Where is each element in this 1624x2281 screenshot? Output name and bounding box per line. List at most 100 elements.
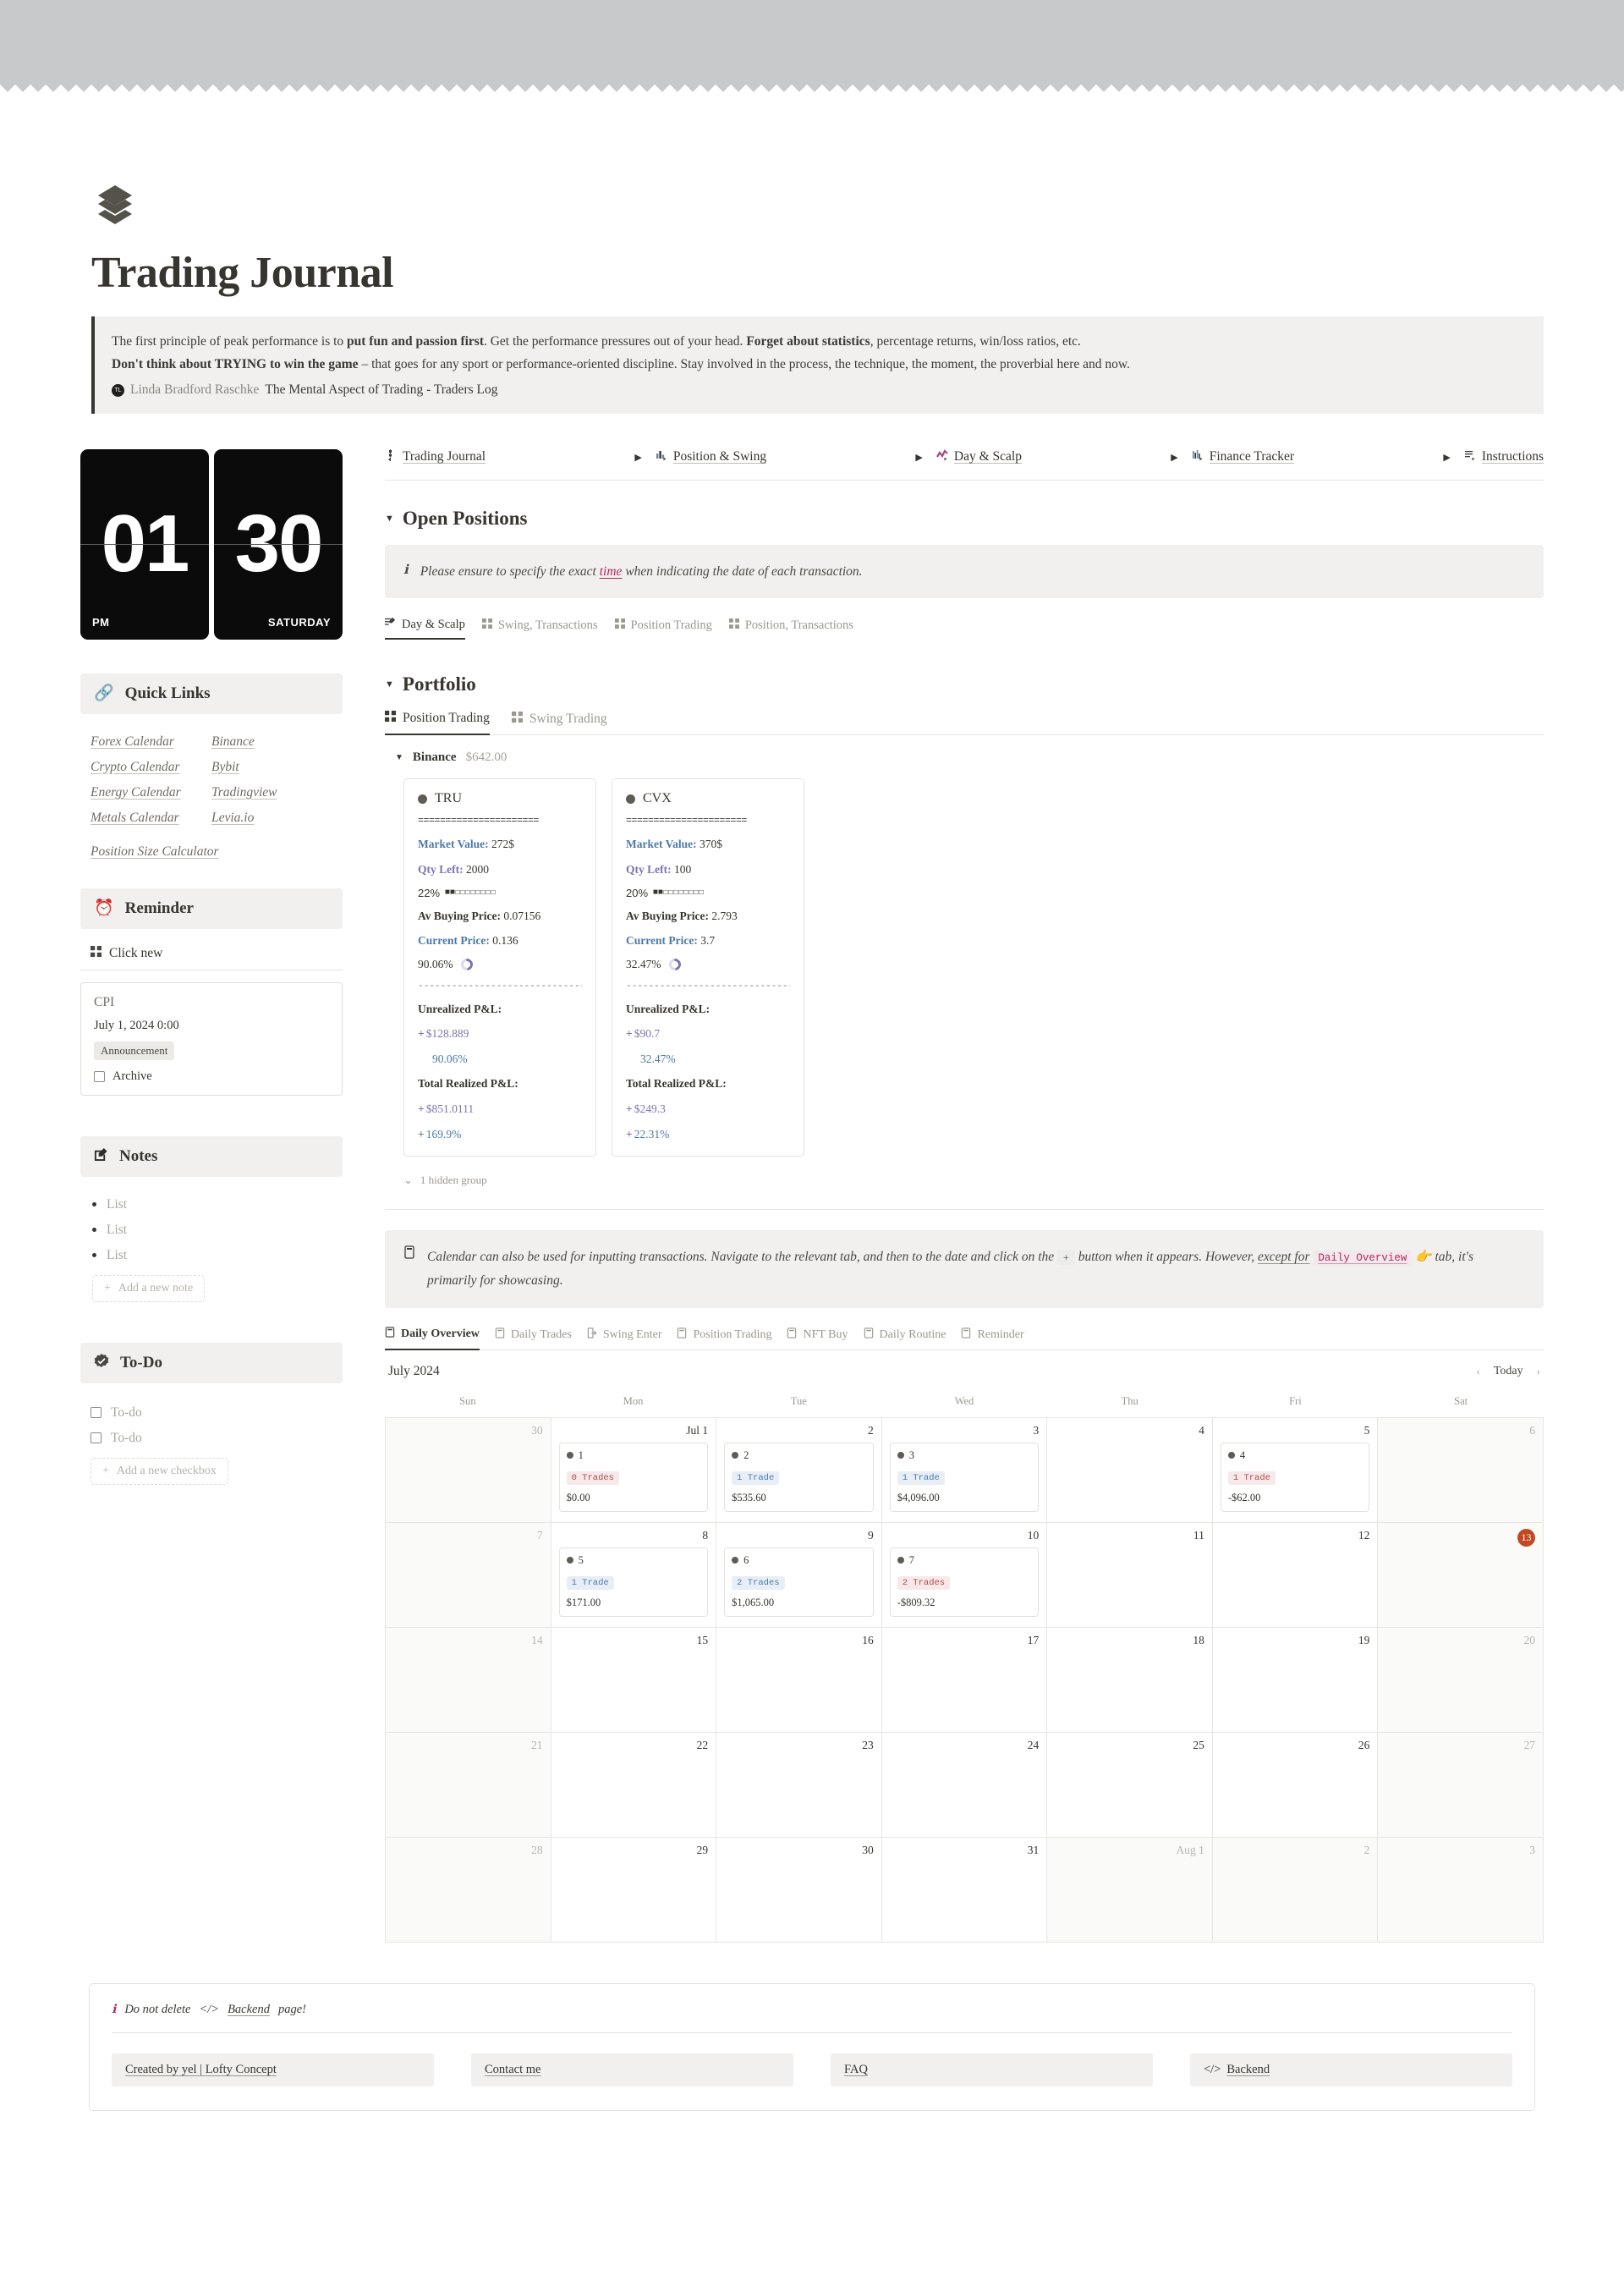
calendar-day-cell[interactable]: 6 — [1378, 1417, 1544, 1523]
footer-link-faq[interactable]: FAQ — [831, 2053, 1153, 2086]
tab-position-trading[interactable]: Position Trading — [385, 711, 490, 736]
calendar-day-cell[interactable]: 14 — [386, 1627, 551, 1733]
calendar-day-cell[interactable]: 21 — [386, 1732, 551, 1838]
calendar-day-cell[interactable]: 13 — [1378, 1522, 1544, 1628]
tab-daily-routine[interactable]: Daily Routine — [864, 1327, 946, 1350]
calendar-event[interactable]: 3 1 Trade $4,096.00 — [889, 1442, 1040, 1512]
portfolio-card-tru[interactable]: TRU ====================== Market Value:… — [403, 778, 596, 1157]
portfolio-heading[interactable]: ▼ Portfolio — [385, 673, 1544, 695]
tab-position-trading[interactable]: Position Trading — [614, 618, 712, 639]
calendar-day-cell[interactable]: 9 6 2 Trades $1,065.00 — [716, 1522, 882, 1628]
calendar-day-cell[interactable]: 27 — [1378, 1732, 1544, 1838]
list-item[interactable]: List — [92, 1217, 332, 1243]
calendar-day-cell[interactable]: Jul 1 1 0 Trades $0.00 — [551, 1417, 717, 1523]
tab-reminder[interactable]: Reminder — [961, 1327, 1024, 1350]
calendar-day-cell[interactable]: 30 — [716, 1837, 882, 1943]
calendar-event[interactable]: 4 1 Trade -$62.00 — [1220, 1442, 1370, 1512]
calendar-day-cell[interactable]: 2 2 1 Trade $535.60 — [716, 1417, 882, 1523]
quick-link-crypto-calendar[interactable]: Crypto Calendar — [91, 760, 180, 775]
calendar-day-cell[interactable]: 5 4 1 Trade -$62.00 — [1212, 1417, 1379, 1523]
calendar-day-cell[interactable]: 11 — [1047, 1522, 1213, 1628]
calendar-day-cell[interactable]: 24 — [881, 1732, 1048, 1838]
tab-swing-trading[interactable]: Swing Trading — [511, 711, 607, 735]
calendar-day-cell[interactable]: 12 — [1212, 1522, 1379, 1628]
nav-item-instructions[interactable]: ▶ Instructions — [1443, 449, 1544, 465]
quick-link-metals-calendar[interactable]: Metals Calendar — [91, 811, 179, 826]
quick-link-tradingview[interactable]: Tradingview — [211, 785, 277, 800]
tab-swing-transactions[interactable]: Swing, Transactions — [481, 618, 598, 639]
chevron-down-icon[interactable]: ▼ — [395, 753, 403, 762]
portfolio-card-cvx[interactable]: CVX ====================== Market Value:… — [612, 778, 804, 1157]
calendar-day-cell[interactable]: 10 7 2 Trades -$809.32 — [881, 1522, 1048, 1628]
nav-item-position-swing[interactable]: ▶ Position & Swing — [634, 449, 766, 465]
nav-item-day-scalp[interactable]: ▶ Day & Scalp — [915, 448, 1022, 465]
calendar-day-cell[interactable]: 28 — [386, 1837, 551, 1943]
tab-swing-enter[interactable]: Swing Enter — [587, 1327, 661, 1350]
chevron-right-icon[interactable]: ▶ — [634, 452, 641, 463]
quick-link-position-size-calculator[interactable]: Position Size Calculator — [91, 844, 219, 860]
quick-link-binance[interactable]: Binance — [211, 734, 255, 750]
calendar-day-cell[interactable]: Aug 1 — [1047, 1837, 1213, 1943]
calendar-day-cell[interactable]: 15 — [551, 1627, 717, 1733]
quick-link-levia-io[interactable]: Levia.io — [211, 811, 254, 826]
list-item[interactable]: To-do — [91, 1400, 332, 1426]
reminder-archive-row[interactable]: Archive — [94, 1069, 329, 1084]
today-button[interactable]: Today — [1494, 1365, 1523, 1378]
list-item[interactable]: List — [92, 1243, 332, 1268]
calendar-day-cell[interactable]: 16 — [716, 1627, 882, 1733]
tab-position-transactions[interactable]: Position, Transactions — [728, 618, 853, 639]
footer-note-link[interactable]: Backend — [228, 2003, 270, 2017]
nav-item-trading-journal[interactable]: Trading Journal — [385, 448, 486, 465]
quick-link-bybit[interactable]: Bybit — [211, 760, 239, 775]
calendar-day-cell[interactable]: 22 — [551, 1732, 717, 1838]
calendar-day-cell[interactable]: 29 — [551, 1837, 717, 1943]
quick-link-forex-calendar[interactable]: Forex Calendar — [91, 734, 174, 750]
tab-nft-buy[interactable]: NFT Buy — [787, 1327, 848, 1350]
calendar-day-cell[interactable]: 3 — [1378, 1837, 1544, 1943]
portfolio-group-row[interactable]: ▼ Binance $642.00 — [385, 750, 1544, 765]
calendar-event[interactable]: 2 1 Trade $535.60 — [724, 1442, 874, 1512]
checkbox-icon[interactable] — [91, 1432, 102, 1444]
tab-day-scalp[interactable]: Day & Scalp — [385, 617, 465, 640]
callout-highlight[interactable]: time — [600, 564, 623, 579]
tab-daily-overview[interactable]: Daily Overview — [385, 1327, 480, 1350]
calendar-day-cell[interactable]: 3 3 1 Trade $4,096.00 — [881, 1417, 1048, 1523]
calendar-day-cell[interactable]: 26 — [1212, 1732, 1379, 1838]
calendar-event[interactable]: 6 2 Trades $1,065.00 — [724, 1547, 874, 1617]
calendar-day-cell[interactable]: 8 5 1 Trade $171.00 — [551, 1522, 717, 1628]
calendar-day-cell[interactable]: 2 — [1212, 1837, 1379, 1943]
chevron-left-icon[interactable]: ‹ — [1477, 1365, 1480, 1378]
calendar-day-cell[interactable]: 23 — [716, 1732, 882, 1838]
calendar-day-cell[interactable]: 25 — [1047, 1732, 1213, 1838]
calendar-day-cell[interactable]: 7 — [386, 1522, 551, 1628]
calendar-day-cell[interactable]: 18 — [1047, 1627, 1213, 1733]
add-checkbox-button[interactable]: + Add a new checkbox — [91, 1457, 228, 1485]
checkbox-icon[interactable] — [94, 1070, 105, 1082]
tab-position-trading[interactable]: Position Trading — [677, 1327, 771, 1350]
calendar-day-cell[interactable]: 20 — [1378, 1627, 1544, 1733]
chevron-down-icon[interactable]: ▼ — [385, 679, 394, 690]
open-positions-heading[interactable]: ▼ Open Positions — [385, 508, 1544, 530]
chevron-right-icon[interactable]: ▶ — [915, 452, 922, 463]
add-note-button[interactable]: + Add a new note — [92, 1274, 206, 1302]
chevron-down-icon[interactable]: ▼ — [385, 514, 394, 524]
chevron-right-icon[interactable]: › — [1537, 1365, 1540, 1378]
reminder-click-new-button[interactable]: Click new — [80, 936, 343, 970]
footer-link-backend[interactable]: </> Backend — [1190, 2053, 1512, 2086]
calendar-event[interactable]: 7 2 Trades -$809.32 — [889, 1547, 1040, 1617]
code-chip-daily-overview[interactable]: Daily Overview — [1313, 1250, 1413, 1267]
tab-daily-trades[interactable]: Daily Trades — [495, 1327, 572, 1350]
footer-link-created-by[interactable]: Created by yel | Lofty Concept — [112, 2053, 434, 2086]
chevron-right-icon[interactable]: ▶ — [1443, 452, 1450, 463]
calendar-event[interactable]: 1 0 Trades $0.00 — [558, 1442, 709, 1512]
quick-link-energy-calendar[interactable]: Energy Calendar — [91, 785, 181, 800]
calendar-day-cell[interactable]: 31 — [881, 1837, 1048, 1943]
nav-item-finance-tracker[interactable]: ▶ Finance Tracker — [1171, 449, 1294, 465]
reminder-card[interactable]: CPI July 1, 2024 0:00 Announcement Archi… — [80, 981, 343, 1096]
list-item[interactable]: To-do — [91, 1426, 332, 1451]
calendar-event[interactable]: 5 1 Trade $171.00 — [558, 1547, 709, 1617]
calendar-day-cell[interactable]: 19 — [1212, 1627, 1379, 1733]
calendar-day-cell[interactable]: 30 — [386, 1417, 551, 1523]
calendar-day-cell[interactable]: 4 — [1047, 1417, 1213, 1523]
checkbox-icon[interactable] — [91, 1407, 102, 1419]
